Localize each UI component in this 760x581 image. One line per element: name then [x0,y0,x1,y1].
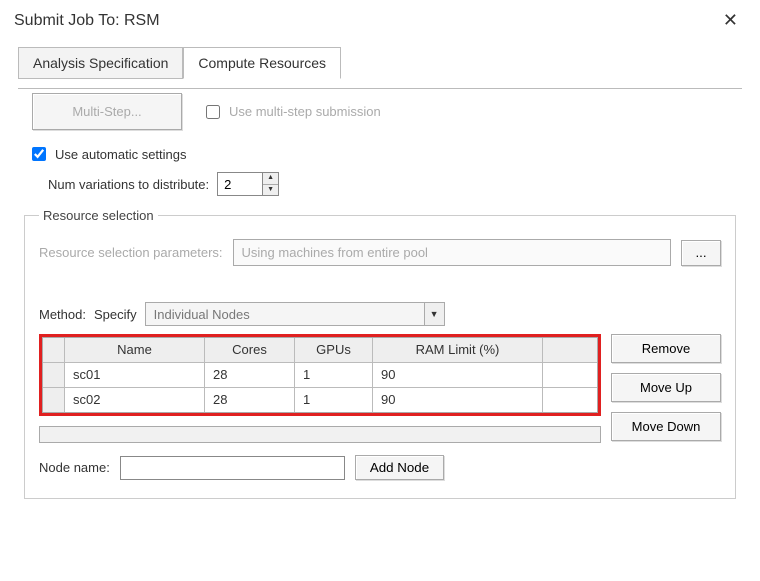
method-label: Method: [39,307,86,322]
close-icon[interactable]: ✕ [715,8,746,33]
row-selector[interactable] [43,388,65,412]
resource-selection-legend: Resource selection [39,208,158,223]
chevron-down-icon[interactable]: ▼ [424,303,444,325]
move-down-button[interactable]: Move Down [611,412,721,441]
move-up-button[interactable]: Move Up [611,373,721,402]
nodes-table-highlight: Name Cores GPUs RAM Limit (%) sc01 28 1 … [39,334,601,416]
table-header-name: Name [65,338,205,362]
table-header-select [43,338,65,362]
method-select[interactable]: Individual Nodes ▼ [145,302,445,326]
row-selector[interactable] [43,363,65,387]
horizontal-scrollbar[interactable] [39,426,601,443]
tab-analysis-specification[interactable]: Analysis Specification [18,47,183,79]
cell-cores[interactable]: 28 [205,388,295,412]
spinner-down-icon[interactable]: ▼ [263,185,278,196]
num-variations-spinner[interactable]: ▲ ▼ [217,172,279,196]
specify-label: Specify [94,307,137,322]
table-header-row: Name Cores GPUs RAM Limit (%) [43,338,597,363]
table-header-ram: RAM Limit (%) [373,338,543,362]
use-automatic-settings-label: Use automatic settings [55,147,187,162]
table-header-gpus: GPUs [295,338,373,362]
cell-name[interactable]: sc02 [65,388,205,412]
use-automatic-settings-checkbox[interactable] [32,147,46,161]
use-multi-step-label: Use multi-step submission [229,104,381,119]
num-variations-input[interactable] [218,173,262,195]
cell-ram[interactable]: 90 [373,388,543,412]
table-header-cores: Cores [205,338,295,362]
cell-cores[interactable]: 28 [205,363,295,387]
node-name-label: Node name: [39,460,110,475]
tab-compute-resources[interactable]: Compute Resources [183,47,341,79]
use-multi-step-checkbox[interactable] [206,105,220,119]
spinner-up-icon[interactable]: ▲ [263,173,278,185]
nodes-table[interactable]: Name Cores GPUs RAM Limit (%) sc01 28 1 … [42,337,598,413]
remove-button[interactable]: Remove [611,334,721,363]
cell-name[interactable]: sc01 [65,363,205,387]
resource-params-input [233,239,671,266]
method-select-value: Individual Nodes [146,305,424,324]
table-row[interactable]: sc02 28 1 90 [43,388,597,412]
resource-params-more-button[interactable]: ... [681,240,721,266]
multi-step-button[interactable]: Multi-Step... [32,93,182,130]
add-node-button[interactable]: Add Node [355,455,444,480]
node-name-input[interactable] [120,456,345,480]
num-variations-label: Num variations to distribute: [48,177,209,192]
cell-gpus[interactable]: 1 [295,363,373,387]
window-title: Submit Job To: RSM [14,12,160,30]
table-row[interactable]: sc01 28 1 90 [43,363,597,388]
cell-gpus[interactable]: 1 [295,388,373,412]
resource-params-label: Resource selection parameters: [39,245,223,260]
cell-ram[interactable]: 90 [373,363,543,387]
